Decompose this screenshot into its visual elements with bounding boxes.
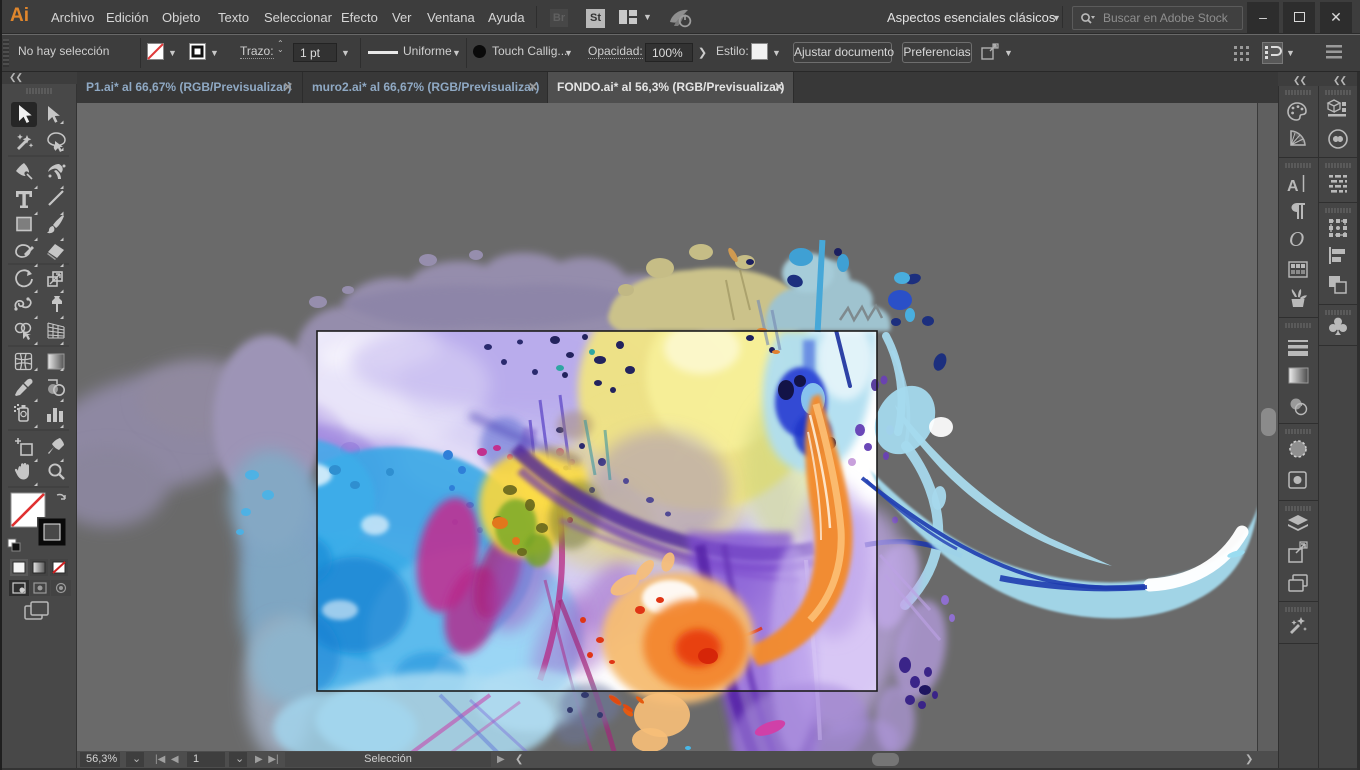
svg-text:❮❮: ❮❮ xyxy=(1333,75,1347,86)
svg-text:O: O xyxy=(1289,227,1304,251)
svg-text:A: A xyxy=(1287,178,1299,195)
svg-text:❮❮: ❮❮ xyxy=(1293,75,1307,86)
